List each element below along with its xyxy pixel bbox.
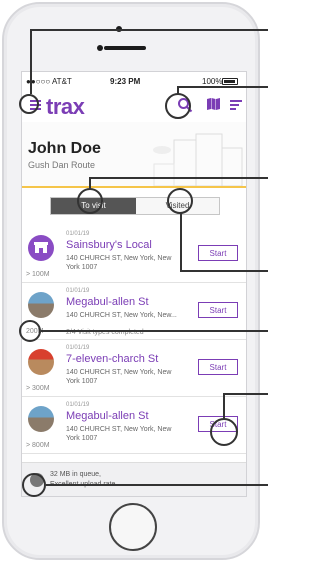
store-name[interactable]: Megabul-allen St — [66, 296, 149, 308]
visit-date: 01/01/19 — [66, 288, 90, 294]
callout-line — [30, 29, 268, 31]
callout-line — [180, 270, 268, 272]
callout-line — [180, 213, 182, 271]
callout-line — [41, 330, 268, 332]
app-bar: trax — [22, 92, 246, 120]
store-address: 140 CHURCH ST, New York, New York 1007 — [66, 426, 172, 442]
store-name[interactable]: Sainsbury's Local — [66, 239, 152, 251]
store-photo — [28, 406, 54, 432]
callout-circle-tab-visited — [167, 188, 193, 214]
callout-circle-search — [165, 93, 191, 119]
store-name[interactable]: 7-eleven-charch St — [66, 353, 158, 365]
route-name: Gush Dan Route — [28, 160, 96, 170]
visit-date: 01/01/19 — [66, 402, 90, 408]
list-item[interactable]: > 300M 01/01/19 7-eleven-charch St 140 C… — [22, 341, 246, 397]
callout-line — [223, 393, 225, 419]
callout-circle-upload — [22, 473, 46, 497]
status-time: 9:23 PM — [110, 77, 141, 86]
callout-line — [177, 86, 268, 88]
callout-line — [30, 29, 32, 94]
visit-status-toggle: To visit Visited — [50, 197, 220, 215]
store-address: 140 CHURCH ST, New York, New York 1007 — [66, 369, 172, 385]
store-distance: > 100M — [26, 271, 50, 278]
callout-circle-tab-to-visit — [77, 188, 103, 214]
visit-date: 01/01/19 — [66, 345, 90, 351]
start-button[interactable]: Start — [198, 359, 238, 375]
upload-status-bar: 32 MB in queue, Excellent upload rate — [22, 462, 246, 496]
store-name[interactable]: Megabul-allen St — [66, 410, 149, 422]
battery-icon — [222, 78, 238, 85]
home-button[interactable] — [109, 503, 157, 551]
start-button[interactable]: Start — [198, 245, 238, 261]
proximity-sensor — [97, 45, 103, 51]
callout-line — [46, 484, 268, 486]
callout-line — [89, 177, 268, 179]
store-address: 140 CHURCH ST, New York, New... — [66, 312, 177, 319]
store-distance: > 800M — [26, 442, 50, 449]
carrier-label: ●●○○○ AT&T — [26, 77, 72, 86]
store-photo — [28, 292, 54, 318]
store-photo — [28, 349, 54, 375]
map-icon[interactable] — [207, 98, 220, 110]
list-item[interactable]: > 100M 01/01/19 Sainsbury's Local 140 CH… — [22, 227, 246, 283]
start-button[interactable]: Start — [198, 302, 238, 318]
sort-icon[interactable] — [230, 99, 242, 110]
upload-queue-text: 32 MB in queue, — [50, 471, 101, 478]
store-distance: > 300M — [26, 385, 50, 392]
callout-circle-start — [210, 418, 238, 446]
callout-circle-distance — [19, 320, 41, 342]
battery-percent: 100% — [202, 77, 223, 86]
user-name: John Doe — [28, 140, 101, 157]
store-address: 140 CHURCH ST, New York, New York 1007 — [66, 255, 172, 271]
callout-circle-menu — [19, 94, 39, 114]
visit-date: 01/01/19 — [66, 231, 90, 237]
app-logo: trax — [46, 94, 85, 119]
earpiece-speaker — [104, 46, 146, 50]
callout-line — [223, 393, 268, 395]
store-icon — [28, 235, 54, 261]
